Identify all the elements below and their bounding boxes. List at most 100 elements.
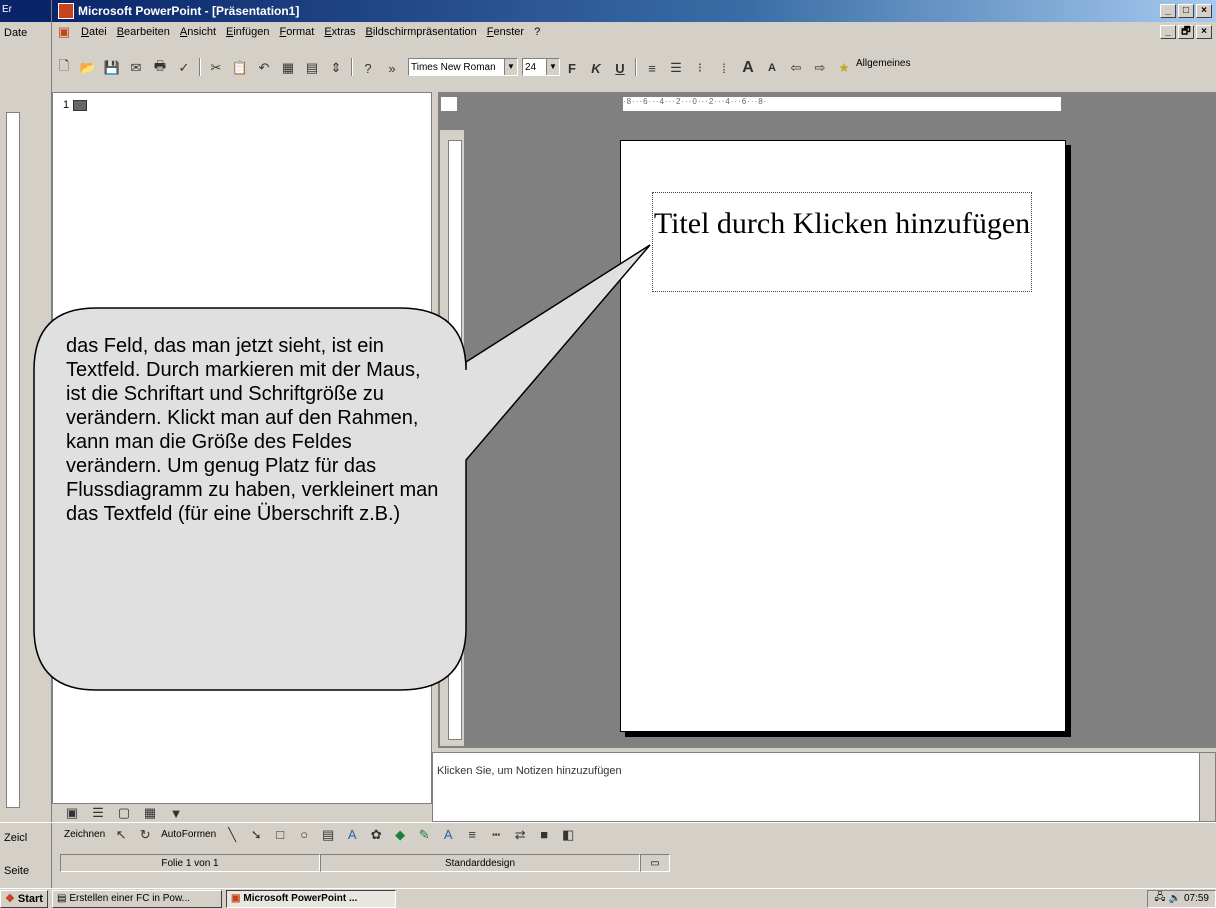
menu-fenster[interactable]: Fenster: [482, 26, 529, 38]
open-icon[interactable]: 📂: [77, 58, 99, 78]
volume-icon[interactable]: 🔊: [1169, 893, 1181, 904]
slide-view-icon[interactable]: ▢: [113, 803, 135, 823]
arrow-style-icon[interactable]: ⇄: [509, 825, 531, 845]
sorter-view-icon[interactable]: ▦: [139, 803, 161, 823]
line-icon[interactable]: ╲: [221, 825, 243, 845]
email-icon[interactable]: ✉: [125, 58, 147, 78]
select-arrow-icon[interactable]: ↖: [110, 825, 132, 845]
outline-slide-item[interactable]: 1: [63, 99, 88, 111]
menu-datei[interactable]: Datei: [76, 26, 112, 38]
view-buttons: ▣ ☰ ▢ ▦ ▼: [0, 804, 432, 822]
notes-pane[interactable]: Klicken Sie, um Notizen hinzuzufügen: [432, 752, 1216, 822]
font-name-combo[interactable]: Times New Roman ▼: [408, 58, 518, 76]
menu-format[interactable]: Format: [274, 26, 319, 38]
demote-icon[interactable]: ⇨: [809, 58, 831, 78]
powerpoint-icon[interactable]: [58, 3, 74, 19]
design-name: Standarddesign: [320, 854, 640, 872]
taskbar-button-powerpoint[interactable]: ▣ Microsoft PowerPoint ...: [225, 889, 396, 908]
normal-view-icon[interactable]: ▣: [61, 803, 83, 823]
menu-ansicht[interactable]: Ansicht: [175, 26, 221, 38]
outline-vertical-ruler: [6, 112, 20, 808]
word-icon: ▤: [56, 893, 67, 904]
minimize-button[interactable]: _: [1160, 4, 1176, 18]
design-icon[interactable]: ★: [833, 58, 855, 78]
paste-icon[interactable]: 📋: [229, 58, 251, 78]
line-style-icon[interactable]: ≡: [461, 825, 483, 845]
taskbar-button-word[interactable]: ▤ Erstellen einer FC in Pow...: [51, 889, 222, 908]
promote-icon[interactable]: ⇦: [785, 58, 807, 78]
doc-close-button[interactable]: ×: [1196, 25, 1212, 39]
align-left-icon[interactable]: ≡: [641, 58, 663, 78]
new-icon[interactable]: 🗋: [53, 58, 75, 78]
doc-minimize-button[interactable]: _: [1160, 25, 1176, 39]
fill-color-icon[interactable]: ◆: [389, 825, 411, 845]
numbering-icon[interactable]: ⁝: [689, 58, 711, 78]
italic-button[interactable]: K: [585, 58, 607, 78]
start-button[interactable]: ❖ Start: [0, 889, 48, 908]
start-label: Start: [17, 892, 43, 905]
menu-bearbeiten[interactable]: Bearbeiten: [112, 26, 175, 38]
font-color-icon[interactable]: A: [437, 825, 459, 845]
slideshow-icon[interactable]: ▼: [165, 803, 187, 823]
windows-icon: ❖: [5, 893, 15, 905]
background-window-title[interactable]: Er: [0, 0, 51, 22]
chart-icon[interactable]: ▦: [277, 58, 299, 78]
undo-icon[interactable]: ↶: [253, 58, 275, 78]
wordart-icon[interactable]: A: [341, 825, 363, 845]
taskbar-label-word: Erstellen einer FC in Pow...: [69, 893, 190, 904]
table-icon[interactable]: ▤: [301, 58, 323, 78]
title-bar: Microsoft PowerPoint - [Präsentation1] _…: [52, 0, 1216, 22]
maximize-button[interactable]: □: [1178, 4, 1194, 18]
arrow-icon[interactable]: ➘: [245, 825, 267, 845]
expand-icon[interactable]: ⇕: [325, 58, 347, 78]
increase-font-icon[interactable]: A: [737, 58, 759, 78]
font-size-value: 24: [525, 61, 537, 73]
cut-icon[interactable]: ✂: [205, 58, 227, 78]
bold-button[interactable]: F: [561, 58, 583, 78]
rectangle-icon[interactable]: □: [269, 825, 291, 845]
decrease-font-icon[interactable]: A: [761, 58, 783, 78]
title-placeholder[interactable]: Titel durch Klicken hinzufügen: [652, 192, 1032, 292]
3d-icon[interactable]: ◧: [557, 825, 579, 845]
spellcheck-icon[interactable]: ✓: [173, 58, 195, 78]
more-buttons-icon[interactable]: »: [381, 58, 403, 78]
bullets-icon[interactable]: ⁞: [713, 58, 735, 78]
close-button[interactable]: ×: [1196, 4, 1212, 18]
spelling-status-icon[interactable]: ▭: [640, 854, 670, 872]
slide-info: Folie 1 von 1: [60, 854, 320, 872]
textbox-icon[interactable]: ▤: [317, 825, 339, 845]
taskbar-label-powerpoint: Microsoft PowerPoint ...: [243, 893, 358, 904]
menu-help[interactable]: ?: [529, 26, 545, 38]
save-icon[interactable]: 💾: [101, 58, 123, 78]
shadow-icon[interactable]: ■: [533, 825, 555, 845]
design-label[interactable]: Allgemeines: [856, 58, 910, 69]
background-menu-label[interactable]: Date: [2, 27, 30, 39]
menu-bildschirmpraesentation[interactable]: Bildschirmpräsentation: [361, 26, 482, 38]
dash-style-icon[interactable]: ┅: [485, 825, 507, 845]
line-color-icon[interactable]: ✎: [413, 825, 435, 845]
oval-icon[interactable]: ○: [293, 825, 315, 845]
print-icon[interactable]: 🖶: [149, 58, 171, 78]
horizontal-ruler: ·8···6···4···2···0···2···4···6···8·: [622, 96, 1062, 112]
powerpoint-icon: ▣: [230, 893, 241, 904]
underline-button[interactable]: U: [609, 58, 631, 78]
font-size-combo[interactable]: 24 ▼: [522, 58, 560, 76]
menu-einfuegen[interactable]: Einfügen: [221, 26, 274, 38]
notes-scrollbar[interactable]: [1199, 753, 1215, 821]
autoshapes-button[interactable]: AutoFormen: [157, 829, 220, 840]
menu-extras[interactable]: Extras: [319, 26, 360, 38]
help-icon[interactable]: ?: [357, 58, 379, 78]
draw-menu-button[interactable]: Zeichnen: [60, 829, 109, 840]
status-bar: Folie 1 von 1 Standarddesign ▭: [0, 846, 1216, 880]
rotate-icon[interactable]: ↻: [134, 825, 156, 845]
network-icon[interactable]: 🖧: [1154, 890, 1165, 907]
document-icon[interactable]: ▣: [53, 22, 75, 42]
chevron-down-icon[interactable]: ▼: [546, 59, 559, 75]
chevron-down-icon[interactable]: ▼: [504, 59, 517, 75]
slide-number: 1: [63, 99, 70, 111]
outline-view-icon[interactable]: ☰: [87, 803, 109, 823]
notes-placeholder[interactable]: Klicken Sie, um Notizen hinzuzufügen: [437, 765, 622, 777]
clipart-icon[interactable]: ✿: [365, 825, 387, 845]
align-center-icon[interactable]: ☰: [665, 58, 687, 78]
doc-restore-button[interactable]: 🗗: [1178, 25, 1194, 39]
